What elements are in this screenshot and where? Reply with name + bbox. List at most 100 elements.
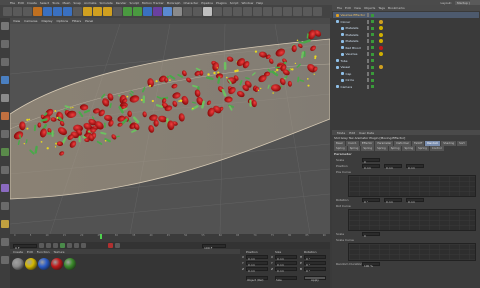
toolbar-tool-27-icon[interactable] bbox=[273, 7, 282, 16]
material-tag-icon[interactable] bbox=[379, 32, 383, 37]
tag-icon[interactable] bbox=[379, 19, 383, 24]
coord-size-field[interactable]: 0 cm bbox=[275, 255, 297, 261]
object-row[interactable]: Camera bbox=[333, 84, 479, 90]
visibility-dots-icon[interactable] bbox=[367, 65, 369, 69]
object-row[interactable]: Vessel bbox=[333, 64, 479, 70]
menu-motion-tracker[interactable]: Motion Tracker bbox=[142, 1, 164, 5]
enable-check-icon[interactable] bbox=[371, 85, 374, 88]
left-tool-9-icon[interactable] bbox=[1, 184, 9, 192]
start-frame-field[interactable]: 0 F bbox=[13, 243, 37, 250]
toolbar-tool-2-icon[interactable] bbox=[23, 7, 32, 16]
play-button[interactable] bbox=[60, 243, 65, 248]
mat-green-swatch[interactable] bbox=[64, 258, 76, 270]
left-tool-12-icon[interactable] bbox=[1, 238, 9, 246]
material-menu-create[interactable]: Create bbox=[13, 250, 23, 254]
record-button[interactable] bbox=[108, 243, 113, 248]
autokey-button[interactable] bbox=[115, 243, 120, 248]
visibility-dots-icon[interactable] bbox=[367, 84, 369, 89]
attribute-tab-parameter[interactable]: Parameter bbox=[375, 141, 394, 146]
attribute-tab-spring[interactable]: Spring bbox=[361, 146, 375, 151]
toolbar-tool-8-icon[interactable] bbox=[83, 7, 92, 16]
attribute-tab-sort[interactable]: Sort bbox=[457, 141, 467, 146]
attribute-menu-mode[interactable]: Mode bbox=[337, 131, 345, 135]
menu-simulate[interactable]: Simulate bbox=[100, 1, 113, 5]
toolbar-tool-30-icon[interactable] bbox=[303, 7, 312, 16]
toolbar-tool-18-icon[interactable] bbox=[183, 7, 192, 16]
attribute-menu-edit[interactable]: Edit bbox=[349, 131, 355, 135]
object-menu-objects[interactable]: Objects bbox=[364, 6, 375, 10]
left-tool-13-icon[interactable] bbox=[1, 256, 9, 264]
attribute-tab-spring[interactable]: Spring bbox=[388, 146, 402, 151]
left-tool-5-icon[interactable] bbox=[1, 112, 9, 120]
param-vector-field[interactable]: 0 cm bbox=[384, 198, 402, 204]
param-value-field[interactable]: 100 % bbox=[362, 262, 380, 268]
param-vector-field[interactable]: 0 cm bbox=[384, 164, 402, 170]
visibility-dots-icon[interactable] bbox=[367, 13, 369, 17]
param-value-field[interactable]: 0 cm bbox=[362, 164, 380, 170]
menu-select[interactable]: Select bbox=[40, 1, 49, 5]
coord-rotation-field[interactable]: 0 ° bbox=[304, 255, 326, 261]
material-tag-icon[interactable] bbox=[379, 52, 383, 56]
attribute-tab-spring[interactable]: Spring bbox=[375, 146, 388, 151]
menu-help[interactable]: Help bbox=[256, 1, 263, 5]
coord-size-field[interactable]: 0 cm bbox=[275, 261, 297, 267]
attribute-tab-spring[interactable]: Spring bbox=[334, 146, 347, 151]
object-menu-tags[interactable]: Tags bbox=[378, 6, 385, 10]
viewport-3d[interactable] bbox=[10, 24, 330, 234]
toolbar-tool-19-icon[interactable] bbox=[193, 7, 202, 16]
mat-red-swatch[interactable] bbox=[51, 258, 63, 270]
toolbar-tool-22-icon[interactable] bbox=[223, 7, 232, 16]
coord-position-field[interactable]: 0 cm bbox=[246, 255, 268, 261]
object-row[interactable]: Platelets bbox=[333, 25, 479, 31]
attribute-tab-deformer[interactable]: Deformer bbox=[394, 141, 412, 146]
coord-position-field[interactable]: 0 cm bbox=[246, 267, 268, 273]
curve-graph[interactable] bbox=[348, 243, 476, 261]
enable-check-icon[interactable] bbox=[371, 33, 374, 36]
enable-check-icon[interactable] bbox=[371, 52, 374, 56]
enable-check-icon[interactable] bbox=[371, 46, 374, 49]
viewport-menu-panel[interactable]: Panel bbox=[85, 19, 93, 23]
visibility-dots-icon[interactable] bbox=[367, 26, 369, 30]
layout-selector[interactable] bbox=[470, 0, 480, 5]
toolbar-tool-1-icon[interactable] bbox=[13, 7, 22, 16]
visibility-dots-icon[interactable] bbox=[367, 39, 369, 43]
toolbar-tool-12-icon[interactable] bbox=[123, 7, 132, 16]
coord-rotation-field[interactable]: 0 ° bbox=[304, 267, 326, 273]
object-menu-edit[interactable]: Edit bbox=[345, 6, 351, 10]
enable-check-icon[interactable] bbox=[371, 39, 374, 43]
toolbar-tool-4-icon[interactable] bbox=[43, 7, 52, 16]
param-value-field[interactable]: 0 ° bbox=[362, 198, 380, 204]
toolbar-tool-17-icon[interactable] bbox=[173, 7, 182, 16]
toolbar-tool-3-icon[interactable] bbox=[33, 7, 42, 16]
toolbar-tool-21-icon[interactable] bbox=[213, 7, 222, 16]
menu-create[interactable]: Create bbox=[27, 1, 37, 5]
toolbar-tool-31-icon[interactable] bbox=[313, 7, 322, 16]
menu-animate[interactable]: Animate bbox=[84, 1, 97, 5]
next-key-button[interactable] bbox=[74, 243, 79, 248]
menu-snap[interactable]: Snap bbox=[73, 1, 81, 5]
visibility-dots-icon[interactable] bbox=[367, 78, 369, 82]
object-row[interactable]: Red Blood bbox=[333, 45, 479, 51]
mat-yellow-swatch[interactable] bbox=[25, 258, 37, 270]
viewport-menu-options[interactable]: Options bbox=[57, 19, 69, 23]
attribute-tab-random[interactable]: Random bbox=[425, 141, 441, 146]
viewport-menu-view[interactable]: View bbox=[13, 19, 20, 23]
attribute-tab-spring[interactable]: Spring bbox=[402, 146, 416, 151]
toolbar-tool-9-icon[interactable] bbox=[93, 7, 102, 16]
toolbar-tool-26-icon[interactable] bbox=[263, 7, 272, 16]
menu-script[interactable]: Script bbox=[230, 1, 239, 5]
enable-check-icon[interactable] bbox=[371, 78, 374, 82]
visibility-dots-icon[interactable] bbox=[367, 58, 369, 63]
attribute-tab-shading[interactable]: Shading bbox=[441, 141, 457, 146]
visibility-dots-icon[interactable] bbox=[367, 71, 369, 76]
viewport-menu-display[interactable]: Display bbox=[41, 19, 52, 23]
menu-window[interactable]: Window bbox=[241, 1, 253, 5]
enable-check-icon[interactable] bbox=[371, 59, 374, 62]
object-row[interactable]: Platelets bbox=[333, 32, 479, 38]
curve-graph[interactable] bbox=[348, 209, 476, 231]
toolbar-tool-24-icon[interactable] bbox=[243, 7, 252, 16]
object-row[interactable]: Vesicles bbox=[333, 51, 479, 57]
attribute-tab-basic[interactable]: Basic bbox=[334, 141, 346, 146]
attribute-tab-coord[interactable]: Coord. bbox=[346, 141, 359, 146]
menu-mesh[interactable]: Mesh bbox=[62, 1, 70, 5]
